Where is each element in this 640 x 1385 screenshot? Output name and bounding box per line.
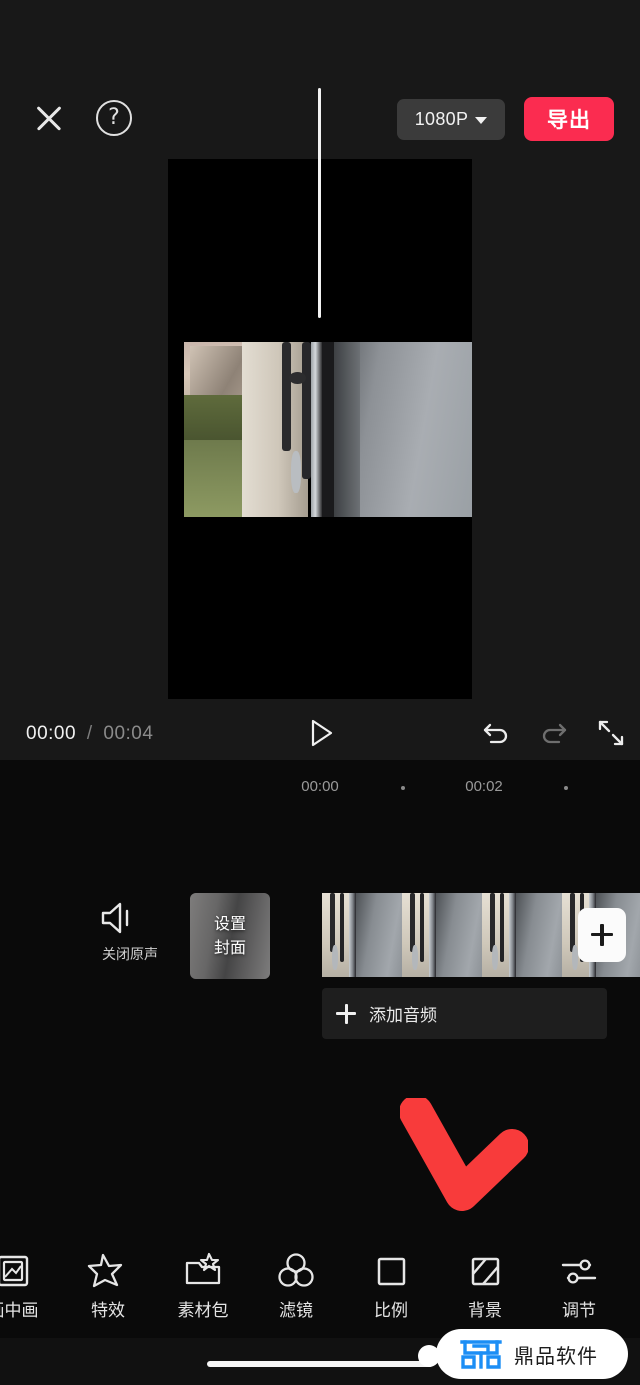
clip-thumbnail[interactable] [482, 893, 562, 977]
current-time: 00:00 [26, 723, 77, 744]
plus-icon [336, 1003, 356, 1024]
add-audio-label: 添加音频 [369, 1006, 437, 1025]
toolbar-item-background[interactable]: 背景 [438, 1238, 532, 1338]
toolbar-label: 背景 [468, 1301, 502, 1320]
ruler-tick-label: 00:02 [465, 778, 503, 795]
time-separator: / [86, 723, 93, 744]
redo-icon[interactable] [539, 718, 569, 748]
timecode: 00:00 / 00:04 [26, 723, 153, 745]
set-cover-button[interactable]: 设置 封面 [190, 893, 270, 979]
bottom-toolbar: 画中画 特效 素材包 [0, 1238, 640, 1338]
toolbar-label: 特效 [91, 1301, 125, 1320]
video-door-handle [290, 450, 301, 493]
mute-original-audio-label: 关闭原声 [102, 946, 158, 962]
chevron-down-icon [475, 117, 488, 124]
toolbar-label: 画中画 [0, 1301, 39, 1320]
video-door-stile [310, 342, 323, 517]
resolution-label: 1080P [414, 109, 469, 129]
watermark: 鼎品软件 [436, 1329, 628, 1379]
toolbar-label: 调节 [562, 1301, 596, 1320]
add-clip-button[interactable] [578, 908, 626, 962]
help-glyph: ? [108, 105, 120, 130]
mute-original-audio-button[interactable]: 关闭原声 [98, 898, 162, 964]
sparkle-star-icon [61, 1248, 155, 1294]
close-icon[interactable] [30, 99, 68, 137]
filter-circles-icon [249, 1248, 343, 1294]
ruler-tick-dot [564, 786, 568, 790]
toolbar-item-picture-in-picture[interactable]: 画中画 [0, 1238, 60, 1338]
playback-control-bar: 00:00 / 00:04 [0, 705, 640, 760]
picture-in-picture-icon [0, 1248, 60, 1294]
video-door-bar-1 [281, 342, 292, 451]
dingpin-logo-icon [460, 1340, 502, 1369]
adjust-sliders-icon [532, 1248, 626, 1294]
toolbar-label: 素材包 [177, 1301, 229, 1320]
material-pack-icon [156, 1248, 250, 1294]
add-audio-button[interactable]: 添加音频 [322, 988, 607, 1039]
watermark-text: 鼎品软件 [514, 1345, 598, 1368]
export-button[interactable]: 导出 [524, 97, 614, 141]
toolbar-item-material-pack[interactable]: 素材包 [156, 1238, 250, 1338]
play-icon[interactable] [307, 719, 335, 747]
ruler-tick-label: 00:00 [301, 778, 339, 795]
cover-label-line1: 设置 [213, 916, 246, 933]
undo-icon[interactable] [481, 718, 511, 748]
clip-thumbnail[interactable] [322, 893, 402, 977]
resolution-selector[interactable]: 1080P [397, 99, 505, 140]
toolbar-item-aspect-ratio[interactable]: 比例 [344, 1238, 438, 1338]
toolbar-item-filter[interactable]: 滤镜 [249, 1238, 343, 1338]
toolbar-label: 比例 [374, 1301, 408, 1320]
aspect-ratio-square-icon [344, 1248, 438, 1294]
export-label: 导出 [547, 109, 591, 132]
help-icon[interactable]: ? [96, 100, 132, 136]
clip-thumbnail[interactable] [402, 893, 482, 977]
playhead[interactable] [318, 88, 321, 318]
video-wall-shadow [333, 342, 360, 517]
video-frame [184, 342, 472, 517]
home-indicator [207, 1361, 433, 1367]
toolbar-item-effects[interactable]: 特效 [61, 1238, 155, 1338]
speaker-mute-icon [101, 902, 129, 934]
video-door-shadow [322, 342, 334, 517]
arrow-down-right-icon [399, 1095, 529, 1220]
toolbar-item-adjust[interactable]: 调节 [532, 1238, 626, 1338]
ruler-tick-dot [401, 786, 405, 790]
total-time: 00:04 [103, 723, 154, 744]
video-editor-screen: ? 1080P 导出 00:00 / 00:04 00:00 00:02 关闭原… [0, 0, 640, 1385]
cover-label-line2: 封面 [213, 940, 246, 957]
fullscreen-icon[interactable] [596, 718, 626, 748]
toolbar-label: 滤镜 [279, 1301, 313, 1320]
video-door-bar-2 [302, 342, 311, 479]
timeline-ruler: 00:00 00:02 [0, 778, 640, 810]
background-hatch-icon [438, 1248, 532, 1294]
